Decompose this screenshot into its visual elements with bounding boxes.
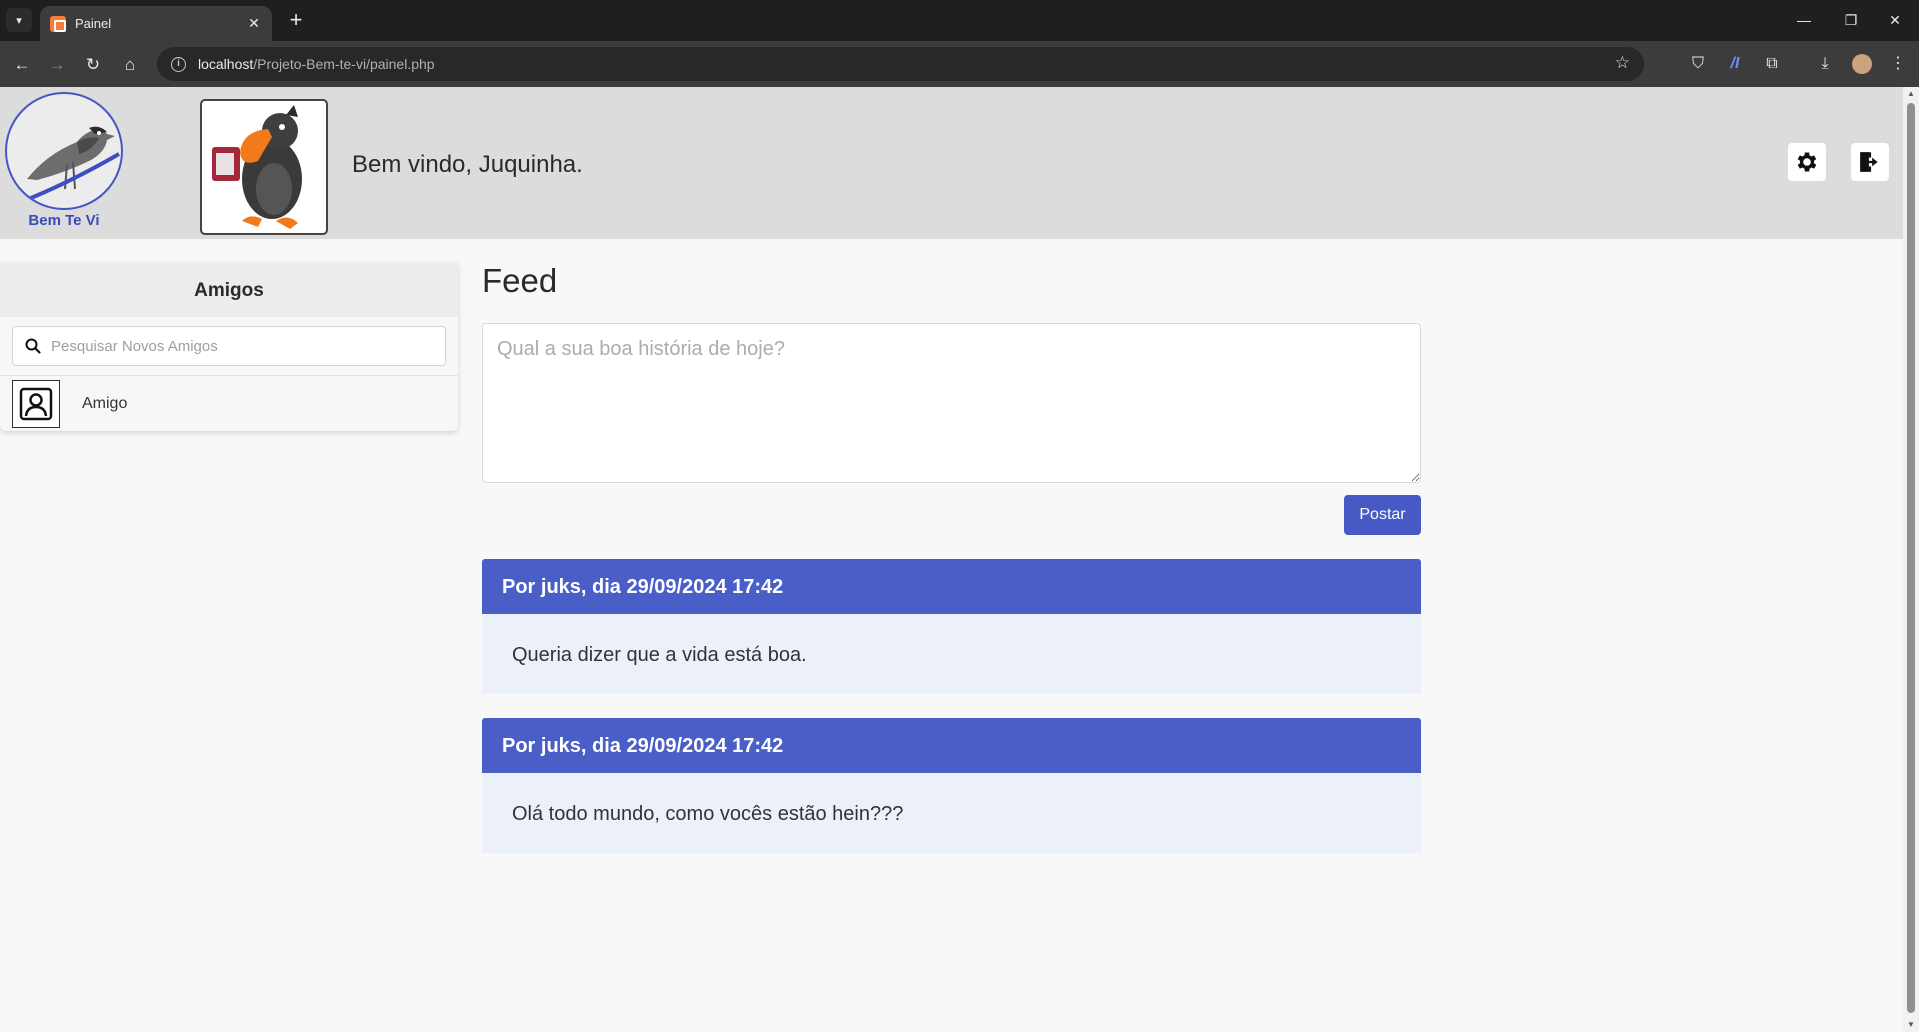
post-composer-textarea[interactable] (482, 323, 1421, 483)
friend-avatar (12, 379, 60, 428)
extension-ai-icon[interactable]: /I (1723, 52, 1747, 76)
post-body: Olá todo mundo, como vocês estão hein??? (482, 773, 1421, 853)
url-path: /Projeto-Bem-te-vi/painel.php (253, 56, 435, 72)
scrollbar-thumb[interactable] (1907, 103, 1915, 1013)
search-icon (25, 338, 41, 354)
close-window-button[interactable]: ✕ (1880, 8, 1910, 32)
new-tab-button[interactable]: + (282, 8, 310, 34)
friends-panel: Amigos Amigo (0, 263, 458, 431)
user-portrait-icon (19, 387, 53, 420)
friend-list-item[interactable]: Amigo (0, 375, 458, 431)
reload-icon[interactable]: ↻ (80, 52, 106, 78)
feed-post: Por juks, dia 29/09/2024 17:42 Olá todo … (482, 718, 1421, 853)
address-bar[interactable]: i localhost/Projeto-Bem-te-vi/painel.php… (157, 47, 1644, 81)
friend-search-box[interactable] (12, 326, 446, 366)
restore-button[interactable]: ❐ (1836, 8, 1866, 32)
download-icon[interactable]: ⤓ (1813, 52, 1837, 76)
page-header: Bem Te Vi Bem vindo, Juquinha. (0, 87, 1903, 239)
tab-close-icon[interactable]: ✕ (246, 15, 262, 32)
url-host: localhost (198, 56, 254, 72)
friend-search-input[interactable] (51, 328, 445, 364)
shield-extension-icon[interactable]: ⛉ (1686, 52, 1710, 76)
tab-title: Painel (75, 16, 112, 31)
profile-avatar-icon[interactable] (1850, 52, 1874, 76)
feed-title: Feed (482, 262, 558, 299)
welcome-message: Bem vindo, Juquinha. (352, 151, 583, 178)
friend-name: Amigo (82, 394, 128, 412)
kebab-menu-icon[interactable]: ⋮ (1886, 52, 1910, 76)
xampp-favicon-icon (50, 15, 66, 32)
gear-icon (1797, 152, 1817, 172)
puzzle-extensions-icon[interactable]: ⧉ (1760, 52, 1784, 76)
logout-button[interactable] (1851, 143, 1889, 181)
post-header: Por juks, dia 29/09/2024 17:42 (482, 718, 1421, 773)
browser-tabstrip: ▾ Painel ✕ + — ❐ ✕ (0, 0, 1919, 41)
post-body: Queria dizer que a vida está boa. (482, 614, 1421, 694)
friends-title: Amigos (0, 263, 458, 317)
scroll-down-arrow-icon[interactable]: ▼ (1903, 1018, 1919, 1032)
settings-button[interactable] (1788, 143, 1826, 181)
chevron-down-icon: ▾ (16, 14, 22, 27)
bem-te-vi-logo (5, 92, 123, 210)
bird-logo-icon (20, 126, 120, 204)
tab-search-button[interactable]: ▾ (6, 8, 32, 32)
browser-tab-painel[interactable]: Painel ✕ (40, 6, 272, 41)
logout-icon (1860, 152, 1878, 172)
forward-arrow-icon[interactable]: → (44, 52, 70, 78)
browser-toolbar: ← → ↻ ⌂ i localhost/Projeto-Bem-te-vi/pa… (0, 41, 1919, 87)
back-arrow-icon[interactable]: ← (9, 52, 35, 78)
minimize-button[interactable]: — (1789, 8, 1819, 32)
post-header: Por juks, dia 29/09/2024 17:42 (482, 559, 1421, 614)
home-icon[interactable]: ⌂ (117, 52, 143, 78)
toucan-avatar-icon (212, 105, 302, 229)
post-button[interactable]: Postar (1344, 495, 1421, 535)
bookmark-star-icon[interactable]: ☆ (1615, 53, 1630, 73)
logo-text: Bem Te Vi (28, 212, 100, 229)
site-info-icon[interactable]: i (171, 56, 186, 72)
user-avatar[interactable] (200, 99, 328, 235)
page-scrollbar[interactable]: ▲ ▼ (1903, 87, 1919, 1032)
scroll-up-arrow-icon[interactable]: ▲ (1903, 87, 1919, 101)
feed-post: Por juks, dia 29/09/2024 17:42 Queria di… (482, 559, 1421, 694)
